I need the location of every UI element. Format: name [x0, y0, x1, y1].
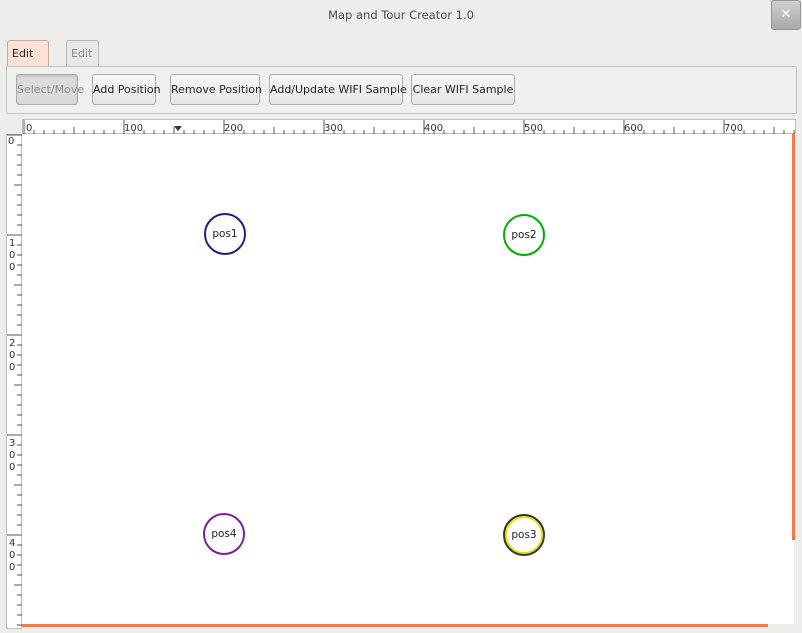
position-marker-pos1[interactable]: pos1: [204, 213, 246, 255]
ruler-label-x: 0: [26, 123, 32, 134]
ruler-label-y: 0: [9, 450, 15, 461]
add-update-wifi-sample-button[interactable]: Add/Update WIFI Sample: [269, 74, 407, 105]
select-move-button[interactable]: Select/Move: [16, 74, 84, 105]
toolbar: Select/Move Add Position Remove Position…: [6, 66, 797, 114]
ruler-label-y: 0: [9, 462, 15, 473]
remove-position-button[interactable]: Remove Position: [170, 74, 262, 105]
ruler-label-y: 0: [9, 362, 15, 373]
horizontal-ruler-scale: 0 100 200 300 400 500 600 700: [23, 120, 795, 134]
ruler-label-y: 0: [9, 562, 15, 573]
add-position-button[interactable]: Add Position: [92, 74, 161, 105]
ruler-label-y: 0: [9, 262, 15, 273]
canvas-bottom-edge[interactable]: [22, 624, 768, 627]
ruler-label-y: 3: [9, 438, 15, 449]
map-canvas[interactable]: [22, 134, 794, 624]
canvas-right-edge[interactable]: [792, 134, 795, 540]
ruler-position-marker-icon: [174, 126, 182, 131]
position-marker-pos3[interactable]: pos3: [503, 514, 545, 556]
vertical-ruler[interactable]: 0 100200300400: [6, 134, 22, 629]
ruler-label-y: 0: [8, 136, 14, 147]
ruler-label-y: 0: [9, 250, 15, 261]
ruler-label-y: 4: [9, 538, 15, 549]
window-title: Map and Tour Creator 1.0: [328, 8, 474, 22]
ruler-label-y: 1: [9, 238, 15, 249]
close-icon[interactable]: ✕: [771, 0, 801, 30]
ruler-label-y: 2: [9, 338, 15, 349]
title-bar: Map and Tour Creator 1.0 ✕: [0, 0, 802, 31]
vertical-ruler-scale: 0 100200300400: [7, 134, 22, 626]
position-marker-pos2[interactable]: pos2: [503, 214, 545, 256]
tab-edit-tour[interactable]: Edit Tour: [66, 40, 100, 85]
tab-edit-world[interactable]: Edit World: [7, 40, 49, 85]
ruler-label-y: 0: [9, 350, 15, 361]
clear-wifi-sample-button[interactable]: Clear WIFI Sample: [411, 74, 515, 105]
horizontal-ruler[interactable]: 0 100 200 300 400 500 600 700: [22, 119, 796, 134]
ruler-label-y: 0: [9, 550, 15, 561]
position-marker-pos4[interactable]: pos4: [203, 513, 245, 555]
